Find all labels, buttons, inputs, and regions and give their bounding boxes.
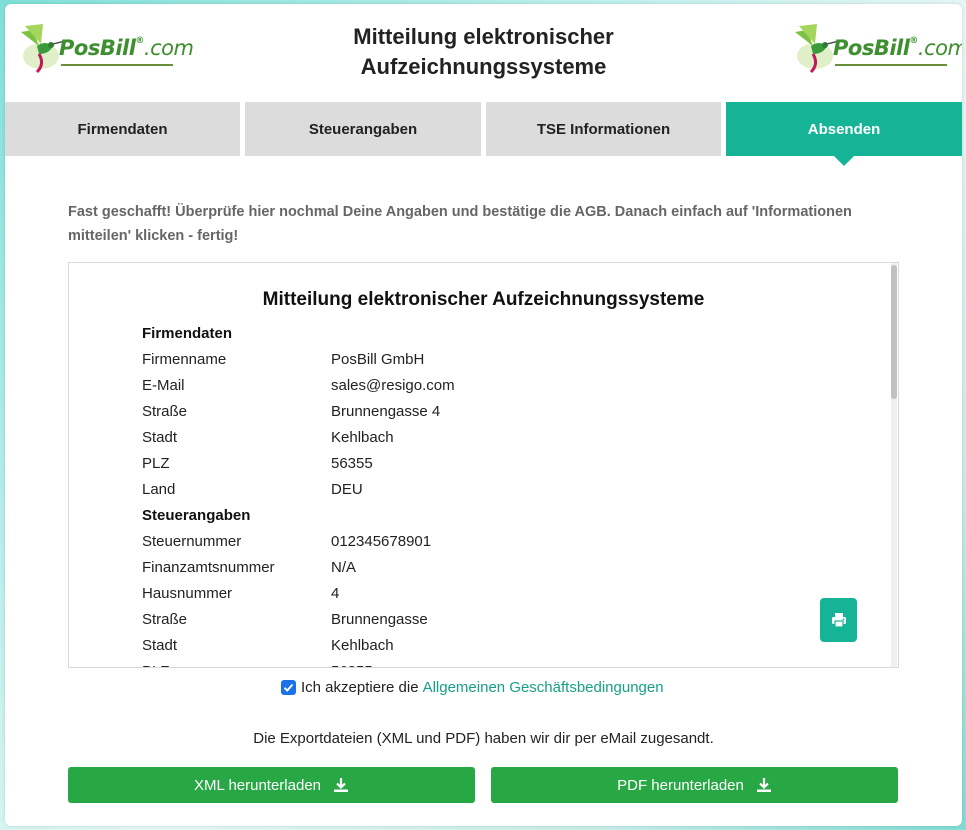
summary-row: Stadt Kehlbach	[142, 429, 394, 446]
download-icon	[756, 778, 771, 792]
logo-underline	[835, 64, 947, 66]
summary-row: Straße Brunnengasse	[142, 611, 428, 628]
summary-rows: Firmendaten Firmenname PosBill GmbH E-Mai…	[142, 321, 842, 667]
tab-absenden[interactable]: Absenden	[726, 102, 962, 166]
print-button[interactable]	[820, 598, 857, 642]
posbill-logo-left: PosBill®.com	[19, 20, 194, 80]
form-card: PosBill®.com Mitteilung elektronischer A…	[5, 4, 962, 826]
summary-panel[interactable]: Mitteilung elektronischer Aufzeichnungss…	[68, 262, 899, 668]
xml-download-label: XML herunterladen	[193, 776, 322, 794]
logo-wordmark: PosBill®.com	[59, 36, 194, 60]
logo-wordmark: PosBill®.com	[833, 36, 962, 60]
tab-steuerangaben[interactable]: Steuerangaben	[245, 102, 481, 156]
summary-row: Land DEU	[142, 481, 363, 498]
check-icon	[283, 683, 294, 692]
agb-checkbox[interactable]	[281, 679, 296, 695]
summary-row: Straße Brunnengasse 4	[142, 403, 441, 420]
step-tabs: Firmendaten Steuerangaben TSE Informatio…	[5, 102, 962, 166]
printer-icon	[831, 613, 846, 628]
agb-consent: Ich akzeptiere die Allgemeinen Geschäfts…	[281, 676, 664, 698]
scrollbar-thumb[interactable]	[891, 265, 897, 399]
summary-row: Firmenname PosBill GmbH	[142, 351, 425, 368]
agb-label: Ich akzeptiere die	[301, 678, 419, 696]
section-heading-firmendaten: Firmendaten	[142, 325, 233, 342]
pdf-download-label: PDF herunterladen	[617, 776, 744, 794]
summary-row: Finanzamtsnummer N/A	[142, 559, 357, 576]
summary-row: E-Mail sales@resigo.com	[142, 377, 455, 394]
tab-tse-informationen[interactable]: TSE Informationen	[486, 102, 721, 156]
agb-link[interactable]: Allgemeinen Geschäftsbedingungen	[423, 679, 664, 696]
section-heading-steuerangaben: Steuerangaben	[142, 507, 251, 524]
posbill-logo-right: PosBill®.com	[793, 20, 962, 80]
page-title: Mitteilung elektronischer Aufzeichnungss…	[353, 24, 614, 79]
export-note: Die Exportdateien (XML und PDF) haben wi…	[253, 730, 714, 747]
tab-firmendaten[interactable]: Firmendaten	[5, 102, 240, 156]
logo-underline	[61, 64, 173, 66]
pdf-download-button[interactable]: PDF herunterladen	[491, 767, 898, 803]
download-icon	[334, 778, 349, 792]
summary-title: Mitteilung elektronischer Aufzeichnungss…	[262, 289, 705, 310]
intro-text: Fast geschafft! Überprüfe hier nochmal D…	[68, 204, 852, 244]
summary-row: Hausnummer 4	[142, 585, 340, 602]
xml-download-button[interactable]: XML herunterladen	[68, 767, 475, 803]
summary-row: PLZ56355	[142, 659, 842, 667]
summary-row: Steuernummer 012345678901	[142, 533, 432, 550]
header: PosBill®.com Mitteilung elektronischer A…	[5, 4, 962, 100]
summary-row: PLZ56355	[142, 455, 373, 472]
summary-row: Stadt Kehlbach	[142, 637, 394, 654]
